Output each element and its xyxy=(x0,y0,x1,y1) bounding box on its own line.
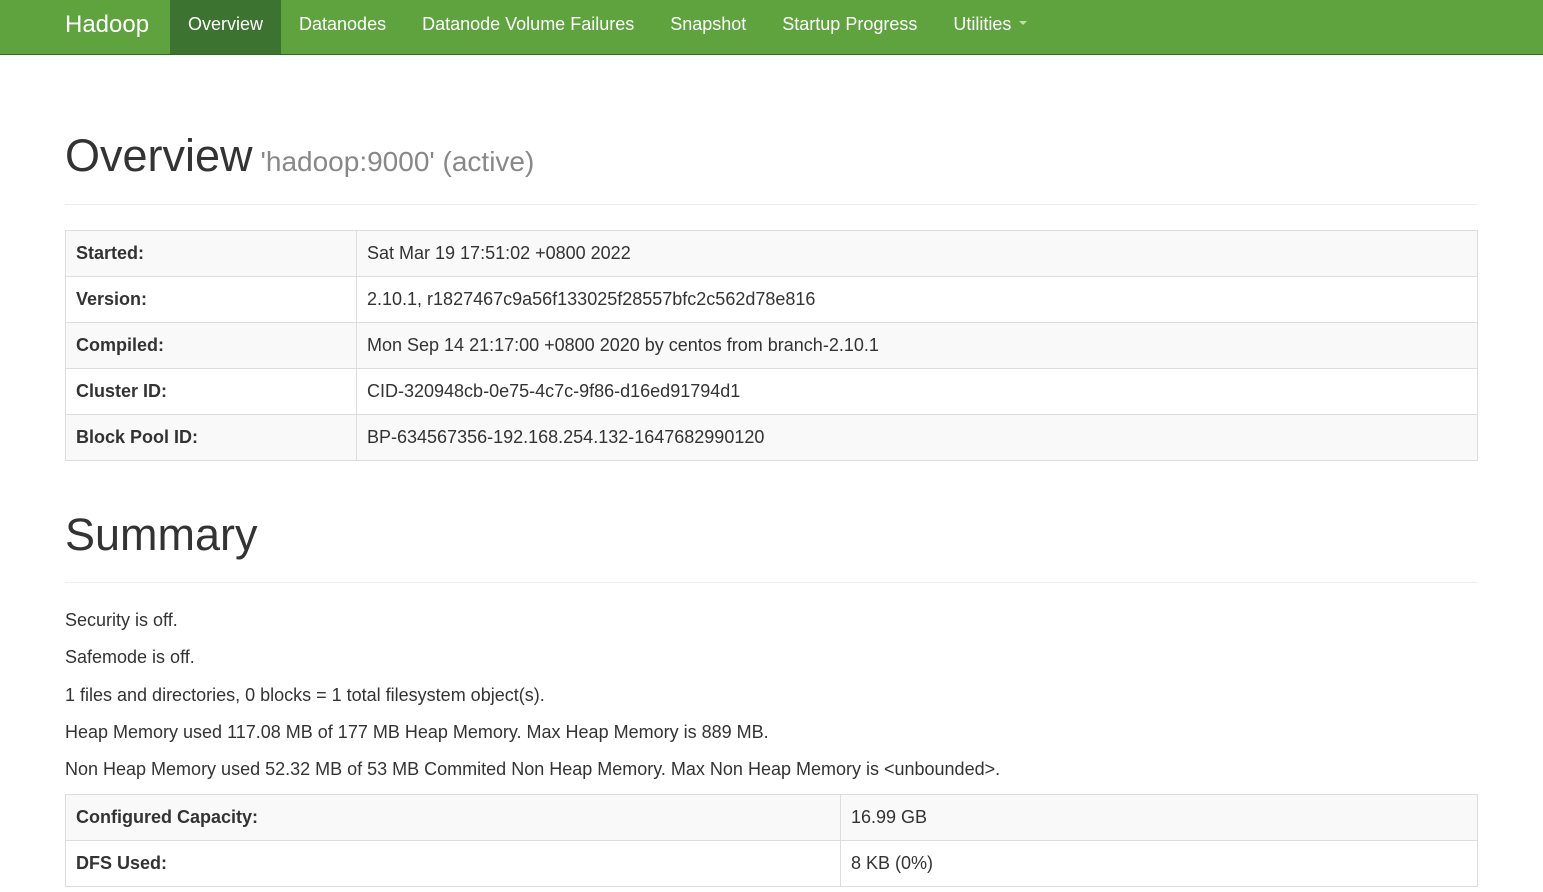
overview-title: Overview xyxy=(65,130,253,181)
table-row: Version: 2.10.1, r1827467c9a56f133025f28… xyxy=(65,276,1478,323)
overview-header: Overview'hadoop:9000' (active) xyxy=(65,126,1478,205)
safemode-status: Safemode is off. xyxy=(65,647,195,668)
table-row: Block Pool ID: BP-634567356-192.168.254.… xyxy=(65,414,1478,461)
overview-table: Started: Sat Mar 19 17:51:02 +0800 2022 … xyxy=(65,230,1478,461)
row-value: Mon Sep 14 21:17:00 +0800 2020 by centos… xyxy=(356,322,1478,369)
row-value: Sat Mar 19 17:51:02 +0800 2022 xyxy=(356,230,1478,277)
nav-item-datanode-volume-failures[interactable]: Datanode Volume Failures xyxy=(404,0,652,54)
nav-menu: Overview Datanodes Datanode Volume Failu… xyxy=(170,0,1045,54)
nav-item-label: Snapshot xyxy=(670,14,747,34)
table-row: DFS Used: 8 KB (0%) xyxy=(65,840,1478,887)
row-key: Configured Capacity: xyxy=(65,794,841,841)
row-key: Compiled: xyxy=(65,322,357,369)
caret-down-icon xyxy=(1019,21,1028,26)
nav-item-overview[interactable]: Overview xyxy=(170,0,282,54)
nav-item-label: Startup Progress xyxy=(782,14,918,34)
brand-logo[interactable]: Hadoop xyxy=(65,0,149,54)
filesystem-objects: 1 files and directories, 0 blocks = 1 to… xyxy=(65,684,545,705)
row-value: 8 KB (0%) xyxy=(840,840,1478,887)
summary-header: Summary xyxy=(65,505,1478,583)
page-title: Overview'hadoop:9000' (active) xyxy=(65,126,1478,192)
table-row: Started: Sat Mar 19 17:51:02 +0800 2022 xyxy=(65,230,1478,277)
table-row: Configured Capacity: 16.99 GB xyxy=(65,794,1478,841)
row-value: 2.10.1, r1827467c9a56f133025f28557bfc2c5… xyxy=(356,276,1478,323)
security-status: Security is off. xyxy=(65,610,178,630)
nav-item-label: Overview xyxy=(188,14,264,34)
nav-item-snapshot[interactable]: Snapshot xyxy=(652,0,764,54)
row-value: BP-634567356-192.168.254.132-16476829901… xyxy=(356,414,1478,461)
nav-item-datanodes[interactable]: Datanodes xyxy=(281,0,404,54)
nav-item-label: Utilities xyxy=(953,14,1012,34)
row-key: Started: xyxy=(65,230,357,277)
row-value: 16.99 GB xyxy=(840,794,1478,841)
table-row: Cluster ID: CID-320948cb-0e75-4c7c-9f86-… xyxy=(65,368,1478,415)
navbar: Hadoop Overview Datanodes Datanode Volum… xyxy=(0,0,1543,55)
nav-item-label: Datanodes xyxy=(299,14,387,34)
summary-table: Configured Capacity: 16.99 GB DFS Used: … xyxy=(65,794,1478,887)
row-value: CID-320948cb-0e75-4c7c-9f86-d16ed91794d1 xyxy=(356,368,1478,415)
namenode-status: 'hadoop:9000' (active) xyxy=(260,146,535,177)
table-row: Compiled: Mon Sep 14 21:17:00 +0800 2020… xyxy=(65,322,1478,369)
row-key: Block Pool ID: xyxy=(65,414,357,461)
row-key: Version: xyxy=(65,276,357,323)
nav-item-utilities-dropdown[interactable]: Utilities xyxy=(935,0,1045,54)
row-key: DFS Used: xyxy=(65,840,841,887)
summary-title: Summary xyxy=(65,509,258,560)
nav-item-startup-progress[interactable]: Startup Progress xyxy=(764,0,935,54)
summary-status-lines: Security is off. Safemode is off. 1 file… xyxy=(65,602,1000,788)
non-heap-memory: Non Heap Memory used 52.32 MB of 53 MB C… xyxy=(65,759,1001,780)
heap-memory: Heap Memory used 117.08 MB of 177 MB Hea… xyxy=(65,721,769,742)
row-key: Cluster ID: xyxy=(65,368,357,415)
nav-item-label: Datanode Volume Failures xyxy=(422,14,635,34)
